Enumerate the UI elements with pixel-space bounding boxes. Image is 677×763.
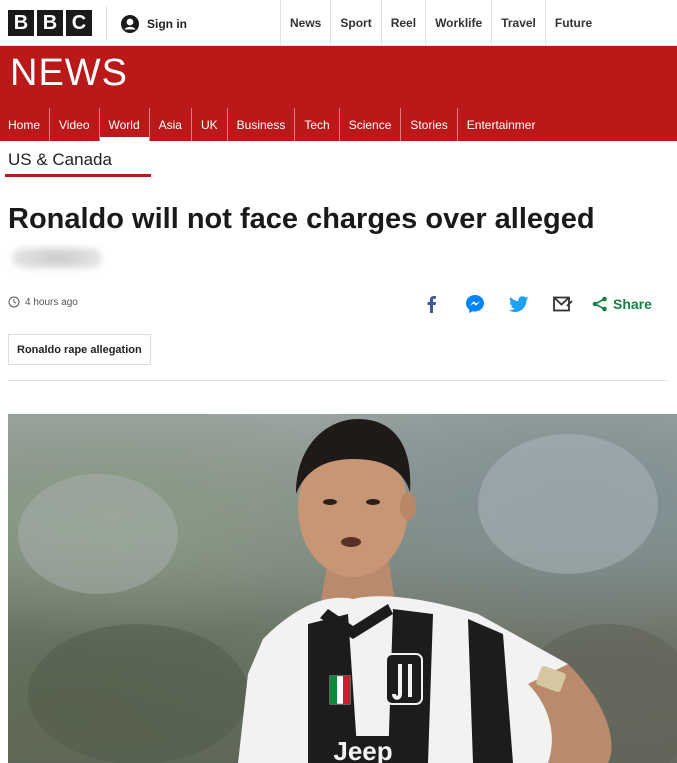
share-tools: Share: [420, 293, 652, 315]
share-button[interactable]: Share: [592, 296, 652, 312]
headline: Ronaldo will not face charges over alleg…: [8, 200, 648, 276]
messenger-icon[interactable]: [464, 293, 486, 315]
top-nav-news[interactable]: News: [280, 0, 330, 46]
subnav-item-entertainment[interactable]: Entertainmer: [456, 108, 545, 141]
svg-text:Jeep: Jeep: [333, 736, 392, 763]
facebook-icon[interactable]: [420, 293, 442, 315]
subnav-item-world[interactable]: World: [98, 108, 149, 141]
news-title[interactable]: NEWS: [10, 52, 128, 95]
top-nav-worklife[interactable]: Worklife: [425, 0, 491, 46]
sign-in-label: Sign in: [147, 17, 187, 31]
share-label: Share: [613, 296, 652, 312]
article-meta: 4 hours ago: [8, 296, 78, 308]
section-label[interactable]: US & Canada: [8, 150, 112, 170]
subnav-item-asia[interactable]: Asia: [148, 108, 191, 141]
subnav-item-tech[interactable]: Tech: [294, 108, 338, 141]
subnav-item-home[interactable]: Home: [0, 108, 49, 141]
email-icon[interactable]: [552, 293, 574, 315]
top-nav-travel[interactable]: Travel: [491, 0, 545, 46]
bbc-logo-block: B: [37, 10, 63, 36]
subnav-item-uk[interactable]: UK: [190, 108, 227, 141]
topic-tag[interactable]: Ronaldo rape allegation: [8, 334, 151, 365]
clock-icon: [8, 296, 20, 308]
player-illustration: Jeep: [18, 419, 677, 763]
top-nav: News Sport Reel Worklife Travel Future: [280, 0, 601, 46]
subnav-item-video[interactable]: Video: [49, 108, 98, 141]
article-photo: Jeep: [8, 414, 677, 763]
news-header: NEWS Home Video World Asia UK Business T…: [0, 46, 677, 141]
twitter-icon[interactable]: [508, 293, 530, 315]
headline-text: Ronaldo will not face charges over alleg…: [8, 203, 595, 235]
bbc-logo-block: C: [66, 10, 92, 36]
subnav-item-business[interactable]: Business: [226, 108, 295, 141]
top-nav-reel[interactable]: Reel: [380, 0, 425, 46]
divider: [106, 6, 107, 40]
news-subnav: Home Video World Asia UK Business Tech S…: [0, 108, 677, 141]
top-nav-sport[interactable]: Sport: [330, 0, 380, 46]
bbc-logo[interactable]: B B C: [8, 10, 92, 36]
subnav-item-stories[interactable]: Stories: [400, 108, 456, 141]
top-nav-future[interactable]: Future: [544, 0, 601, 46]
bbc-logo-block: B: [8, 10, 34, 36]
blurred-word: [12, 247, 102, 270]
divider: [8, 380, 668, 381]
user-icon: [121, 15, 139, 33]
subnav-item-science[interactable]: Science: [338, 108, 401, 141]
top-bar: B B C Sign in News Sport Reel Worklife T…: [0, 0, 677, 46]
section-underline: [5, 174, 151, 177]
timestamp: 4 hours ago: [25, 296, 78, 308]
share-icon: [592, 296, 607, 312]
sign-in-link[interactable]: Sign in: [120, 14, 187, 34]
